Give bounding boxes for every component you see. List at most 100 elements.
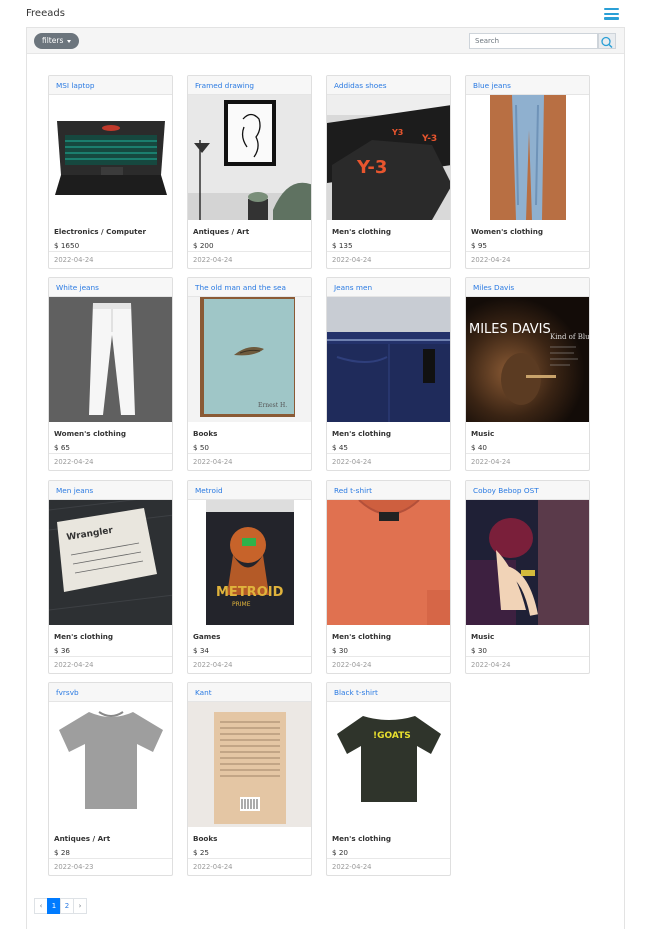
search-button[interactable] [598, 33, 616, 49]
ad-category: Men's clothing [54, 631, 114, 641]
ad-image-whitejeans [49, 297, 172, 423]
ad-image-laptop [49, 95, 172, 220]
svg-text:Y-3: Y-3 [356, 157, 387, 178]
ad-image[interactable] [49, 95, 172, 220]
ad-date: 2022-04-24 [327, 857, 450, 875]
filter-toolbar: filters [27, 28, 624, 54]
ad-image[interactable] [466, 95, 589, 220]
ad-card[interactable]: The old man and the sea Ernest H. Books $ 5… [187, 277, 312, 472]
ad-date: 2022-04-24 [49, 655, 172, 673]
ad-card[interactable]: White jeans Women's clothing $ 65 2022-04-2… [48, 277, 173, 472]
ad-title-link[interactable]: Addidas shoes [327, 76, 450, 95]
ad-date: 2022-04-24 [466, 655, 589, 673]
svg-text:Y3: Y3 [391, 128, 403, 137]
ad-title-link[interactable]: Metroid [188, 480, 311, 500]
ad-image[interactable] [466, 499, 589, 625]
ad-category: Antiques / Art [54, 833, 111, 843]
ad-image[interactable]: METROID PRIME [188, 499, 311, 625]
ad-title-link[interactable]: Blue jeans [466, 76, 589, 95]
ad-date: 2022-04-24 [188, 453, 311, 470]
pagination-page-1[interactable]: 1 [47, 898, 61, 914]
ad-category: Women's clothing [471, 227, 544, 236]
ad-image[interactable] [49, 297, 172, 423]
ad-image[interactable]: Y-3 Y-3 Y3 [327, 95, 450, 220]
ad-card[interactable]: Kant Books $ 25 2022-04-24 [187, 681, 312, 876]
ad-title-link[interactable]: Framed drawing [188, 76, 311, 95]
caret-down-icon [67, 39, 72, 43]
ad-title-link[interactable]: White jeans [49, 278, 172, 298]
ad-date: 2022-04-24 [466, 251, 589, 268]
ad-title-link[interactable]: Men jeans [49, 480, 172, 500]
ad-card[interactable]: Metroid METROID PRIME Games $ 34 2022-04-24 [187, 479, 312, 674]
pagination-prev-button[interactable]: ‹ [34, 898, 48, 914]
ad-card[interactable]: Addidas shoes Y-3 Y-3 Y3 Men's clothing $ 135… [326, 75, 451, 269]
ad-card[interactable]: fvrsvb Antiques / Art $ 28 2022-04-23 [48, 681, 173, 876]
ad-title-link[interactable]: The old man and the sea [188, 278, 311, 298]
ad-image-bookback [188, 701, 311, 827]
ad-image[interactable]: Ernest H. [188, 297, 311, 423]
ad-date: 2022-04-24 [188, 251, 311, 268]
ad-category: Games [193, 631, 221, 641]
game-cover-subtitle: PRIME [232, 601, 251, 608]
ad-image-game: METROIDPRIME [188, 499, 311, 625]
ad-image[interactable] [188, 95, 311, 220]
ad-title-link[interactable]: Red t-shirt [327, 480, 450, 500]
ad-image-blackshirt: !GOATS [327, 701, 450, 827]
ad-image[interactable] [327, 499, 450, 625]
main-content: filters MSI laptop Electronics / Computer… [26, 27, 625, 929]
filters-dropdown-button[interactable]: filters [34, 33, 80, 49]
pagination-next-button[interactable]: › [73, 898, 87, 914]
svg-text:Y-3: Y-3 [421, 134, 437, 144]
ad-title-link[interactable]: Kant [188, 682, 311, 702]
ad-date: 2022-04-23 [49, 857, 172, 875]
ad-card[interactable]: Men jeans Wrangler Men's clothing $ 36 2022-… [48, 479, 173, 674]
ad-title-link[interactable]: fvrsvb [49, 682, 172, 702]
ad-image[interactable] [49, 701, 172, 827]
menu-icon[interactable] [604, 8, 619, 20]
ad-category: Men's clothing [332, 833, 392, 843]
ad-image[interactable] [327, 297, 450, 423]
ad-card[interactable]: Miles DavisMILES DAVISKind of BlueMusic$… [465, 277, 590, 472]
ad-card[interactable]: Red t-shirt Men's clothing $ 30 2022-04-24 [326, 479, 451, 674]
ad-image-record: MILES DAVISKind of Blue [466, 297, 589, 423]
ad-image-anime [466, 499, 589, 625]
ad-title-link[interactable]: Jeans men [327, 278, 450, 298]
ad-category: Men's clothing [332, 227, 392, 236]
ad-category: Music [471, 631, 495, 641]
ad-card[interactable]: Coboy Bebop OST Music $ 30 2022-04-24 [465, 479, 590, 674]
ad-image[interactable] [188, 701, 311, 827]
ad-category: Electronics / Computer [54, 227, 146, 236]
record-cover-title: MILES DAVIS [469, 322, 551, 337]
ad-date: 2022-04-24 [466, 453, 589, 470]
ad-card[interactable]: Black t-shirt !GOATS Men's clothing $ 20 202… [326, 681, 451, 876]
filters-label: filters [42, 36, 64, 45]
ad-card[interactable]: Blue jeans Women's clothing $ 95 2022-04-24 [465, 75, 590, 269]
game-cover-title: METROID [216, 585, 284, 600]
ad-category: Music [471, 429, 495, 439]
ad-image-grayshirt [49, 701, 172, 827]
ad-image[interactable]: MILES DAVISKind of Blue [466, 297, 589, 423]
pagination-page-2[interactable]: 2 [60, 898, 74, 914]
shirt-print-text: !GOATS [373, 731, 411, 741]
ad-category: Women's clothing [54, 429, 127, 439]
ad-title-link[interactable]: Black t-shirt [327, 682, 450, 702]
ad-title-link[interactable]: Miles Davis [466, 278, 589, 298]
ad-image-drawing [188, 95, 311, 220]
top-navbar: Freeads [0, 0, 650, 28]
search-input[interactable] [469, 33, 598, 49]
ad-category: Men's clothing [332, 429, 392, 439]
ad-image[interactable]: !GOATS [327, 701, 450, 827]
pagination: ‹ 1 2 › [34, 898, 87, 914]
ad-card[interactable]: Framed drawing Antiques / Art $ 200 2022-04… [187, 75, 312, 269]
ad-title-link[interactable]: MSI laptop [49, 76, 172, 95]
svg-text:Ernest H.: Ernest H. [258, 402, 287, 409]
ad-card[interactable]: MSI laptop Electronics / Computer $ 1650 20… [48, 75, 173, 269]
brand-title[interactable]: Freeads [26, 8, 65, 19]
ad-date: 2022-04-24 [49, 453, 172, 470]
record-cover-subtitle: Kind of Blue [550, 333, 589, 341]
ad-image-navyjeans [327, 297, 450, 423]
ad-image[interactable]: Wrangler [49, 499, 172, 625]
ad-title-link[interactable]: Coboy Bebop OST [466, 480, 589, 500]
ad-card[interactable]: Jeans men Men's clothing $ 45 2022-04-24 [326, 277, 451, 472]
ad-image-bluejeans [466, 95, 589, 220]
